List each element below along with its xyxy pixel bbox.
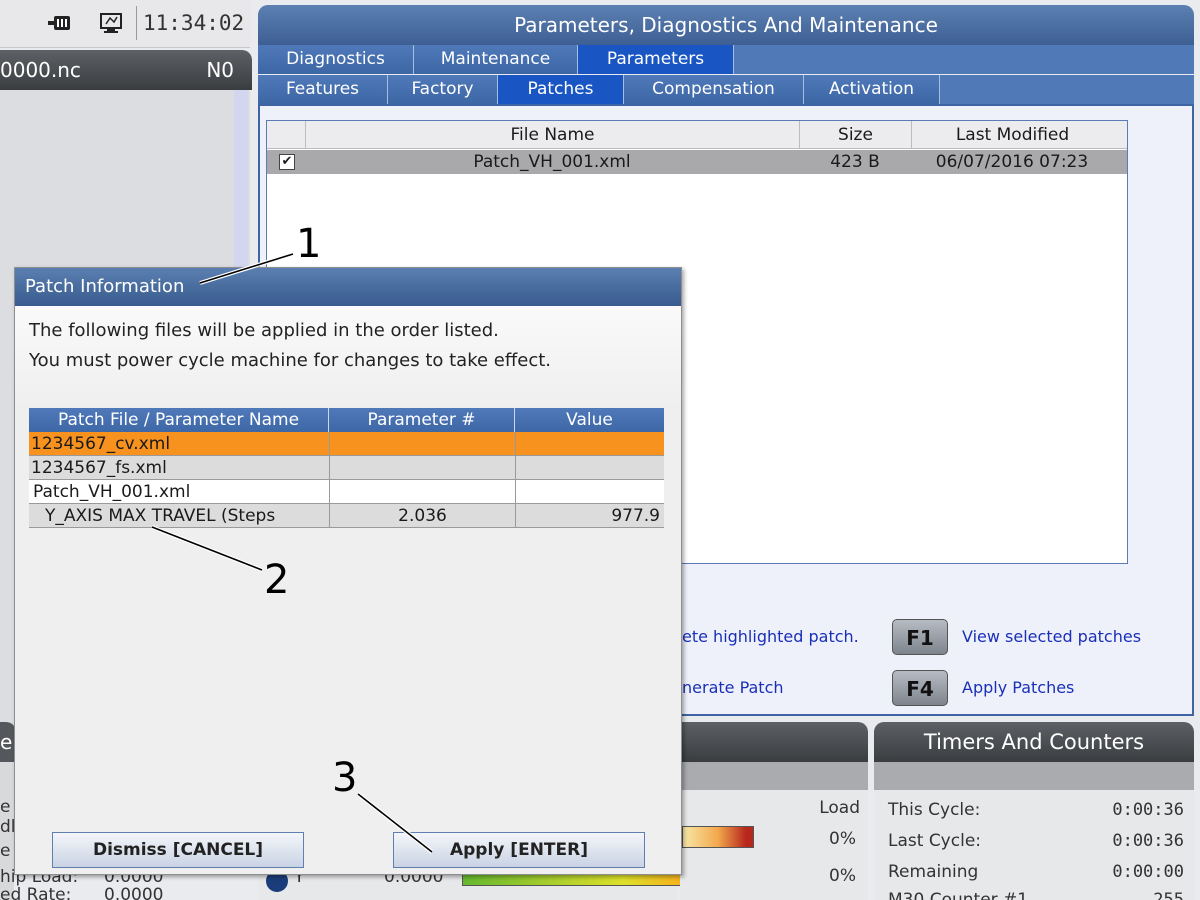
timer-row: Last Cycle: 0:00:36 xyxy=(888,827,1184,855)
dialog-message: You must power cycle machine for changes… xyxy=(29,350,552,371)
page-title: Parameters, Diagnostics And Maintenance xyxy=(258,5,1194,45)
timers-counters-title: Timers And Counters xyxy=(874,722,1194,762)
column-header-parameter-number: Parameter # xyxy=(329,408,515,432)
table-header: Patch File / Parameter Name Parameter # … xyxy=(29,408,664,432)
patch-name-cell: 1234567_fs.xml xyxy=(31,458,167,478)
load-panel-header xyxy=(680,722,868,762)
table-row[interactable]: 1234567_cv.xml xyxy=(29,432,664,456)
delete-patch-hint: ete highlighted patch. xyxy=(682,627,859,646)
callout-number: 3 xyxy=(332,755,358,801)
column-header-value: Value xyxy=(566,410,613,430)
table-header: File Name Size Last Modified xyxy=(267,121,1127,149)
display-icon xyxy=(98,12,124,34)
value-cell xyxy=(515,480,664,504)
parameter-number-cell xyxy=(329,456,515,480)
patch-name-cell: 1234567_cv.xml xyxy=(31,434,171,454)
dialog-message: The following files will be applied in t… xyxy=(29,320,499,341)
bottom-left-title-fragment: e xyxy=(0,730,13,754)
tab-row-primary: Diagnostics Maintenance Parameters xyxy=(258,45,1194,74)
timer-row: This Cycle: 0:00:36 xyxy=(888,796,1184,824)
parameter-number-cell xyxy=(329,432,515,456)
apply-button[interactable]: Apply [ENTER] xyxy=(393,832,645,868)
tab-activation[interactable]: Activation xyxy=(804,75,940,104)
parameter-number-cell: 2.036 xyxy=(329,504,515,528)
column-header-file-name[interactable]: File Name xyxy=(305,121,799,149)
timer-row: M30 Counter #1 255 xyxy=(888,886,1184,900)
tab-patches[interactable]: Patches xyxy=(498,75,624,104)
spindle-load-meter xyxy=(682,826,754,848)
patch-name-cell: Patch_VH_001.xml xyxy=(33,482,191,502)
value-cell xyxy=(515,456,664,480)
column-header-patch-file: Patch File / Parameter Name xyxy=(29,408,329,432)
file-name-cell: Patch_VH_001.xml xyxy=(473,152,631,172)
clock: 11:34:02 xyxy=(136,6,248,40)
last-modified-cell: 06/07/2016 07:23 xyxy=(935,152,1089,172)
callout-number: 2 xyxy=(264,557,290,603)
timer-value: 0:00:00 xyxy=(1112,862,1184,882)
timer-label: Remaining xyxy=(888,862,979,882)
table-row[interactable]: ✔ Patch_VH_001.xml 423 B 06/07/2016 07:2… xyxy=(267,150,1127,174)
generate-patch-hint: nerate Patch xyxy=(682,678,784,697)
bottom-left-label: e xyxy=(0,841,11,861)
tab-factory[interactable]: Factory xyxy=(388,75,498,104)
callout-number: 1 xyxy=(296,221,322,267)
f4-key[interactable]: F4 xyxy=(892,670,948,706)
ethernet-icon xyxy=(48,12,74,34)
view-selected-patches-label: View selected patches xyxy=(962,627,1142,646)
feed-rate-label: ed Rate: xyxy=(0,885,72,900)
tab-compensation[interactable]: Compensation xyxy=(624,75,804,104)
f1-key[interactable]: F1 xyxy=(892,619,948,655)
feed-rate-value: 0.0000 xyxy=(104,885,164,900)
program-bar: 0000.nc N0 xyxy=(0,50,252,90)
tab-maintenance[interactable]: Maintenance xyxy=(414,45,578,74)
timer-label: This Cycle: xyxy=(888,800,981,820)
timer-value: 255 xyxy=(1153,890,1184,900)
tab-features[interactable]: Features xyxy=(258,75,388,104)
apply-patches-label: Apply Patches xyxy=(962,678,1075,697)
dialog-title: Patch Information xyxy=(15,268,681,306)
patch-parameter-table: Patch File / Parameter Name Parameter # … xyxy=(29,408,664,528)
spindle-load-percent: 0% xyxy=(829,829,856,849)
tab-row-secondary: Features Factory Patches Compensation Ac… xyxy=(258,75,1194,104)
value-cell: 977.9 xyxy=(515,504,664,528)
timers-counters-subheader xyxy=(874,762,1194,790)
timer-value: 0:00:36 xyxy=(1112,831,1184,851)
load-panel-subheader xyxy=(680,762,868,790)
program-line-number: N0 xyxy=(206,58,234,82)
bottom-left-label: e xyxy=(0,797,11,817)
timer-value: 0:00:36 xyxy=(1112,800,1184,820)
tab-diagnostics[interactable]: Diagnostics xyxy=(258,45,414,74)
axis-load-percent: 0% xyxy=(829,866,856,886)
program-file-name: 0000.nc xyxy=(0,58,81,82)
tab-parameters[interactable]: Parameters xyxy=(578,45,734,74)
timer-label: M30 Counter #1 xyxy=(888,890,1029,900)
table-row[interactable]: Patch_VH_001.xml xyxy=(29,480,664,504)
table-row[interactable]: Y_AXIS MAX TRAVEL (Steps 2.036 977.9 xyxy=(29,504,664,528)
load-column-label: Load xyxy=(819,798,860,818)
column-header-size[interactable]: Size xyxy=(799,121,911,149)
timer-label: Last Cycle: xyxy=(888,831,982,851)
value-cell xyxy=(515,432,664,456)
dismiss-button[interactable]: Dismiss [CANCEL] xyxy=(52,832,304,868)
file-size-cell: 423 B xyxy=(830,152,880,172)
checkbox[interactable]: ✔ xyxy=(279,154,295,170)
parameter-name-cell: Y_AXIS MAX TRAVEL (Steps xyxy=(45,506,276,526)
table-row[interactable]: 1234567_fs.xml xyxy=(29,456,664,480)
timer-row: Remaining 0:00:00 xyxy=(888,858,1184,886)
column-header-last-modified[interactable]: Last Modified xyxy=(911,121,1113,149)
parameter-number-cell xyxy=(329,480,515,504)
